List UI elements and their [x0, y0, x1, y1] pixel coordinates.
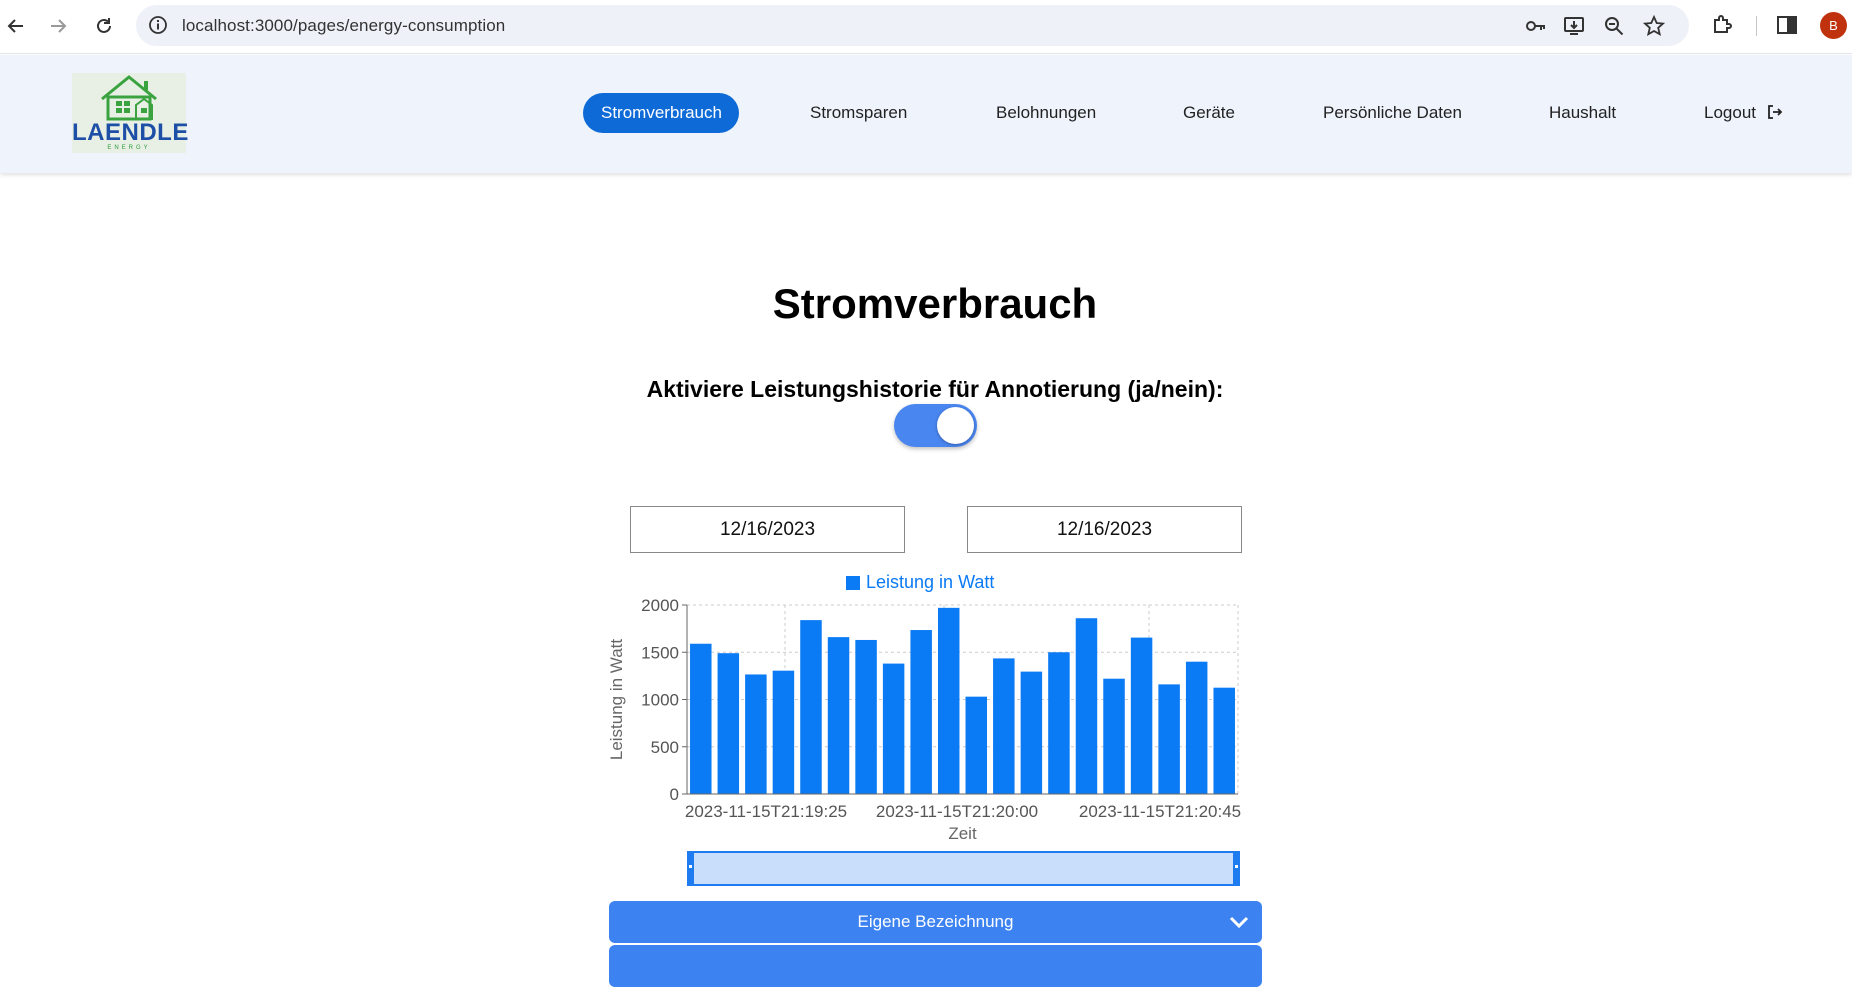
accordion-eigene-bezeichnung[interactable]: Eigene Bezeichnung: [609, 901, 1262, 943]
logo-text: LAENDLE: [72, 119, 189, 146]
zoom-icon[interactable]: [1603, 15, 1625, 37]
y-tick-label: 2000: [641, 596, 679, 615]
chart-bar: [1185, 661, 1208, 794]
chart-bar: [1075, 618, 1098, 794]
chart-bar: [882, 663, 905, 794]
nav-stromsparen[interactable]: Stromsparen: [810, 93, 907, 133]
date-to-input[interactable]: [967, 506, 1242, 553]
x-tick-label: 2023-11-15T21:20:45: [1079, 802, 1241, 821]
y-tick-label: 1500: [641, 643, 679, 662]
history-toggle-label: Aktiviere Leistungshistorie für Annotier…: [646, 376, 1224, 402]
chart-bar: [965, 696, 988, 794]
nav-logout[interactable]: Logout: [1704, 93, 1783, 133]
nav-stromverbrauch[interactable]: Stromverbrauch: [583, 93, 739, 133]
chart-bar: [745, 674, 767, 794]
brush-handle-left[interactable]: [687, 851, 694, 886]
extensions-icon[interactable]: [1710, 13, 1734, 37]
nav-persoenliche-daten[interactable]: Persönliche Daten: [1323, 93, 1462, 133]
chart-range-brush[interactable]: [687, 851, 1240, 886]
y-axis-title: Leistung in Watt: [607, 639, 626, 761]
toggle-knob[interactable]: [937, 407, 974, 444]
x-tick-label: 2023-11-15T21:20:00: [876, 802, 1038, 821]
nav-haushalt[interactable]: Haushalt: [1549, 93, 1616, 133]
history-toggle[interactable]: [894, 404, 977, 447]
y-tick-label: 0: [670, 785, 679, 804]
password-key-icon[interactable]: [1525, 15, 1547, 37]
chart-bar: [937, 607, 960, 794]
x-axis-title: Zeit: [948, 824, 977, 843]
app-header: LAENDLE ENERGY Stromverbrauch Stromspare…: [0, 55, 1852, 173]
chart-bar: [1020, 671, 1043, 794]
legend-swatch: [846, 576, 860, 590]
house-logo-icon: [101, 75, 157, 121]
chart-bar: [993, 658, 1015, 794]
reload-icon[interactable]: [88, 10, 120, 42]
back-icon[interactable]: [0, 10, 32, 42]
y-tick-label: 500: [651, 738, 679, 757]
install-app-icon[interactable]: [1563, 15, 1585, 37]
chart-bar: [827, 637, 850, 794]
date-from-input[interactable]: [630, 506, 905, 553]
legend-label: Leistung in Watt: [866, 572, 994, 592]
logo-subtext: ENERGY: [107, 145, 151, 151]
chart-bar: [1130, 637, 1153, 794]
chart-bar: [717, 653, 740, 794]
address-bar[interactable]: localhost:3000/pages/energy-consumption: [136, 5, 1689, 46]
accordion-label: Eigene Bezeichnung: [857, 912, 1014, 931]
chevron-down-icon: [1229, 916, 1249, 929]
laendle-logo[interactable]: LAENDLE ENERGY: [72, 73, 189, 153]
side-panel-icon[interactable]: [1775, 13, 1799, 37]
nav-geraete[interactable]: Geräte: [1183, 93, 1235, 133]
power-chart: Leistung in Watt 0 500 1000 1500 2000 2023-11-…: [600, 565, 1280, 845]
chart-bar: [772, 670, 795, 794]
chart-bar: [1213, 687, 1235, 794]
page-title: Stromverbrauch: [772, 280, 1098, 327]
brush-handle-right[interactable]: [1233, 851, 1240, 886]
chart-bar: [800, 620, 822, 794]
nav-belohnungen[interactable]: Belohnungen: [996, 93, 1096, 133]
power-bar-chart: Leistung in Watt 0 500 1000 1500 2000 2023-11-…: [607, 572, 1241, 843]
y-tick-label: 1000: [641, 691, 679, 710]
chart-bar: [910, 630, 932, 794]
logout-label: Logout: [1704, 103, 1756, 122]
bookmark-star-icon[interactable]: [1643, 15, 1665, 37]
chart-bar: [1103, 678, 1125, 794]
chart-bar: [1048, 652, 1070, 794]
site-info-icon[interactable]: [148, 15, 168, 35]
profile-avatar[interactable]: B: [1820, 12, 1847, 39]
url-text[interactable]: localhost:3000/pages/energy-consumption: [182, 16, 505, 36]
browser-toolbar: localhost:3000/pages/energy-consumption …: [0, 0, 1852, 54]
chart-bar: [1158, 684, 1180, 794]
forward-icon[interactable]: [42, 10, 74, 42]
chart-bar: [690, 643, 712, 794]
chart-bar: [855, 639, 877, 794]
x-tick-label: 2023-11-15T21:19:25: [685, 802, 847, 821]
logout-icon: [1767, 105, 1783, 119]
accordion-second[interactable]: [609, 945, 1262, 987]
toolbar-divider: [1756, 16, 1757, 36]
